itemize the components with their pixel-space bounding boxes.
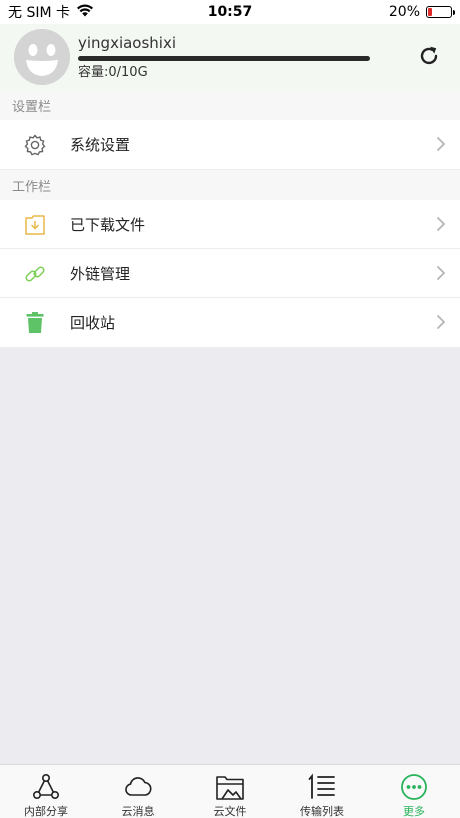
screen: 无 SIM 卡 10:57 20% yingxiaoshixi 容量:0/10G… xyxy=(0,0,460,818)
tab-cloud-messages[interactable]: 云消息 xyxy=(92,765,184,818)
work-row-downloaded-files[interactable]: 已下载文件 xyxy=(0,200,460,249)
work-row-label: 已下载文件 xyxy=(70,215,146,234)
tab-more[interactable]: 更多 xyxy=(368,765,460,818)
tab-label: 传输列表 xyxy=(300,805,344,818)
wifi-icon xyxy=(76,3,94,21)
status-bar: 无 SIM 卡 10:57 20% xyxy=(0,0,460,24)
gear-icon xyxy=(22,132,48,158)
work-section-label: 工作栏 xyxy=(0,170,460,200)
settings-section-label: 设置栏 xyxy=(0,90,460,120)
refresh-icon xyxy=(420,46,438,65)
tab-transfer-list[interactable]: 传输列表 xyxy=(276,765,368,818)
folder-icon xyxy=(215,773,245,801)
battery-fill xyxy=(428,8,433,16)
carrier-label: 无 SIM 卡 xyxy=(8,5,70,21)
chevron-right-icon xyxy=(437,217,445,231)
work-row-link-management[interactable]: 外链管理 xyxy=(0,249,460,298)
tab-bar: 内部分享 云消息 云文件 传输列表 更多 xyxy=(0,764,460,818)
capacity-label: 容量:0/10G xyxy=(78,65,148,80)
tab-label: 内部分享 xyxy=(24,805,68,818)
tab-label: 云消息 xyxy=(121,805,155,818)
profile-header: yingxiaoshixi 容量:0/10G xyxy=(0,24,460,90)
status-left: 无 SIM 卡 xyxy=(8,2,94,22)
username: yingxiaoshixi xyxy=(78,34,177,52)
work-row-recycle-bin[interactable]: 回收站 xyxy=(0,298,460,347)
chevron-right-icon xyxy=(437,137,445,151)
tab-label: 更多 xyxy=(403,805,425,818)
tab-cloud-files[interactable]: 云文件 xyxy=(184,765,276,818)
tab-internal-share[interactable]: 内部分享 xyxy=(0,765,92,818)
settings-group: 系统设置 xyxy=(0,120,460,169)
trash-icon xyxy=(22,310,48,336)
status-right: 20% xyxy=(388,4,455,20)
user-info: yingxiaoshixi 容量:0/10G xyxy=(78,33,378,82)
battery-percent: 20% xyxy=(388,4,420,20)
storage-usage-bar xyxy=(78,56,370,61)
battery-icon xyxy=(426,6,455,18)
refresh-button[interactable] xyxy=(416,43,442,69)
more-icon xyxy=(399,773,429,801)
chevron-right-icon xyxy=(437,315,445,329)
share-network-icon xyxy=(31,773,61,801)
download-folder-icon xyxy=(22,212,48,238)
settings-row-label: 系统设置 xyxy=(70,136,131,154)
avatar[interactable] xyxy=(14,29,70,85)
work-row-label: 回收站 xyxy=(70,314,116,332)
tab-label: 云文件 xyxy=(213,805,247,818)
smiley-avatar-icon xyxy=(14,29,70,85)
work-group: 已下载文件 外链管理 回收站 xyxy=(0,200,460,347)
chevron-right-icon xyxy=(437,266,445,280)
settings-row-system-settings[interactable]: 系统设置 xyxy=(0,120,460,169)
link-icon xyxy=(22,261,48,287)
transfer-list-icon xyxy=(307,773,337,801)
work-row-label: 外链管理 xyxy=(70,264,131,283)
cloud-icon xyxy=(123,773,153,801)
